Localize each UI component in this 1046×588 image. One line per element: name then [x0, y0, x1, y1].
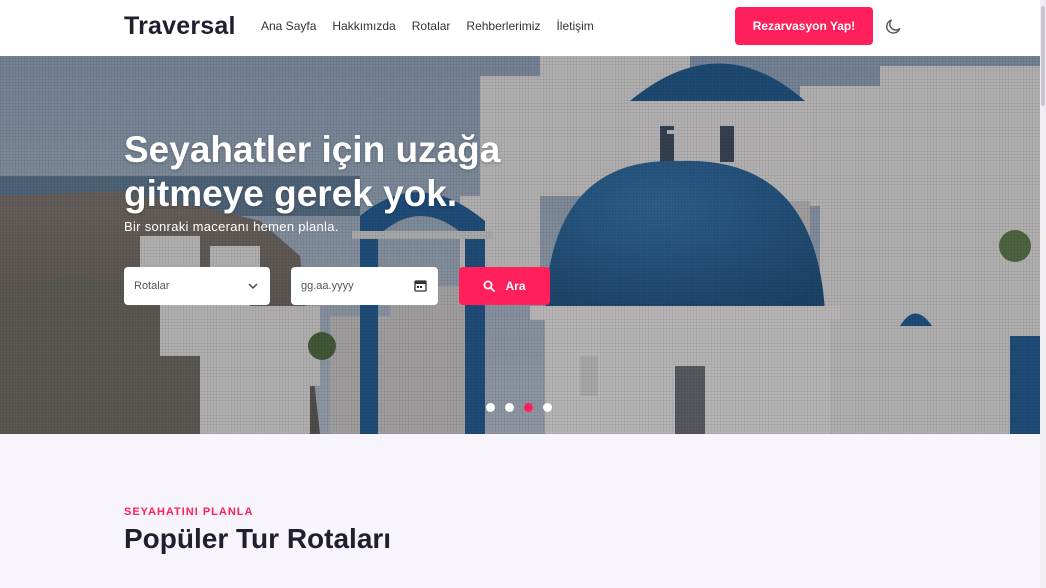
nav-item-home[interactable]: Ana Sayfa [261, 19, 316, 33]
page-scrollbar[interactable] [1040, 0, 1046, 588]
search-icon [483, 280, 496, 292]
reservation-button[interactable]: Rezarvasyon Yap! [735, 7, 873, 45]
main-menu: Ana Sayfa Hakkımızda Rotalar Rehberlerim… [261, 19, 594, 33]
search-button-label: Ara [505, 279, 526, 293]
site-logo[interactable]: Traversal [124, 12, 236, 41]
hero-subtitle: Bir sonraki maceranı hemen planla. [124, 219, 339, 234]
nav-item-routes[interactable]: Rotalar [412, 19, 451, 33]
section-title: Popüler Tur Rotaları [124, 523, 392, 554]
nav-item-contact[interactable]: İletişim [556, 19, 593, 33]
slider-dots [486, 403, 552, 412]
slider-dot-2[interactable] [505, 403, 514, 412]
nav-item-guides[interactable]: Rehberlerimiz [466, 19, 540, 33]
slider-dot-4[interactable] [543, 403, 552, 412]
slider-dot-3[interactable] [524, 403, 533, 412]
top-navbar: Traversal Ana Sayfa Hakkımızda Rotalar R… [0, 0, 1046, 56]
moon-icon[interactable] [884, 16, 904, 36]
hero-slider: Seyahatler için uzağa gitmeye gerek yok.… [0, 56, 1040, 434]
route-select-value: Rotalar [134, 280, 170, 292]
nav-item-about[interactable]: Hakkımızda [332, 19, 395, 33]
date-input-placeholder: gg.aa.yyyy [301, 280, 354, 292]
section-eyebrow: SEYAHATINI PLANLA [124, 506, 254, 518]
date-input[interactable]: gg.aa.yyyy [291, 267, 438, 305]
chevron-down-icon [248, 283, 258, 290]
search-button[interactable]: Ara [459, 267, 550, 305]
route-select[interactable]: Rotalar [124, 267, 270, 305]
scrollbar-thumb[interactable] [1041, 6, 1045, 106]
calendar-icon[interactable] [414, 279, 427, 292]
hero-overlay [0, 56, 1040, 434]
slider-dot-1[interactable] [486, 403, 495, 412]
hero-title: Seyahatler için uzağa gitmeye gerek yok. [124, 129, 501, 214]
